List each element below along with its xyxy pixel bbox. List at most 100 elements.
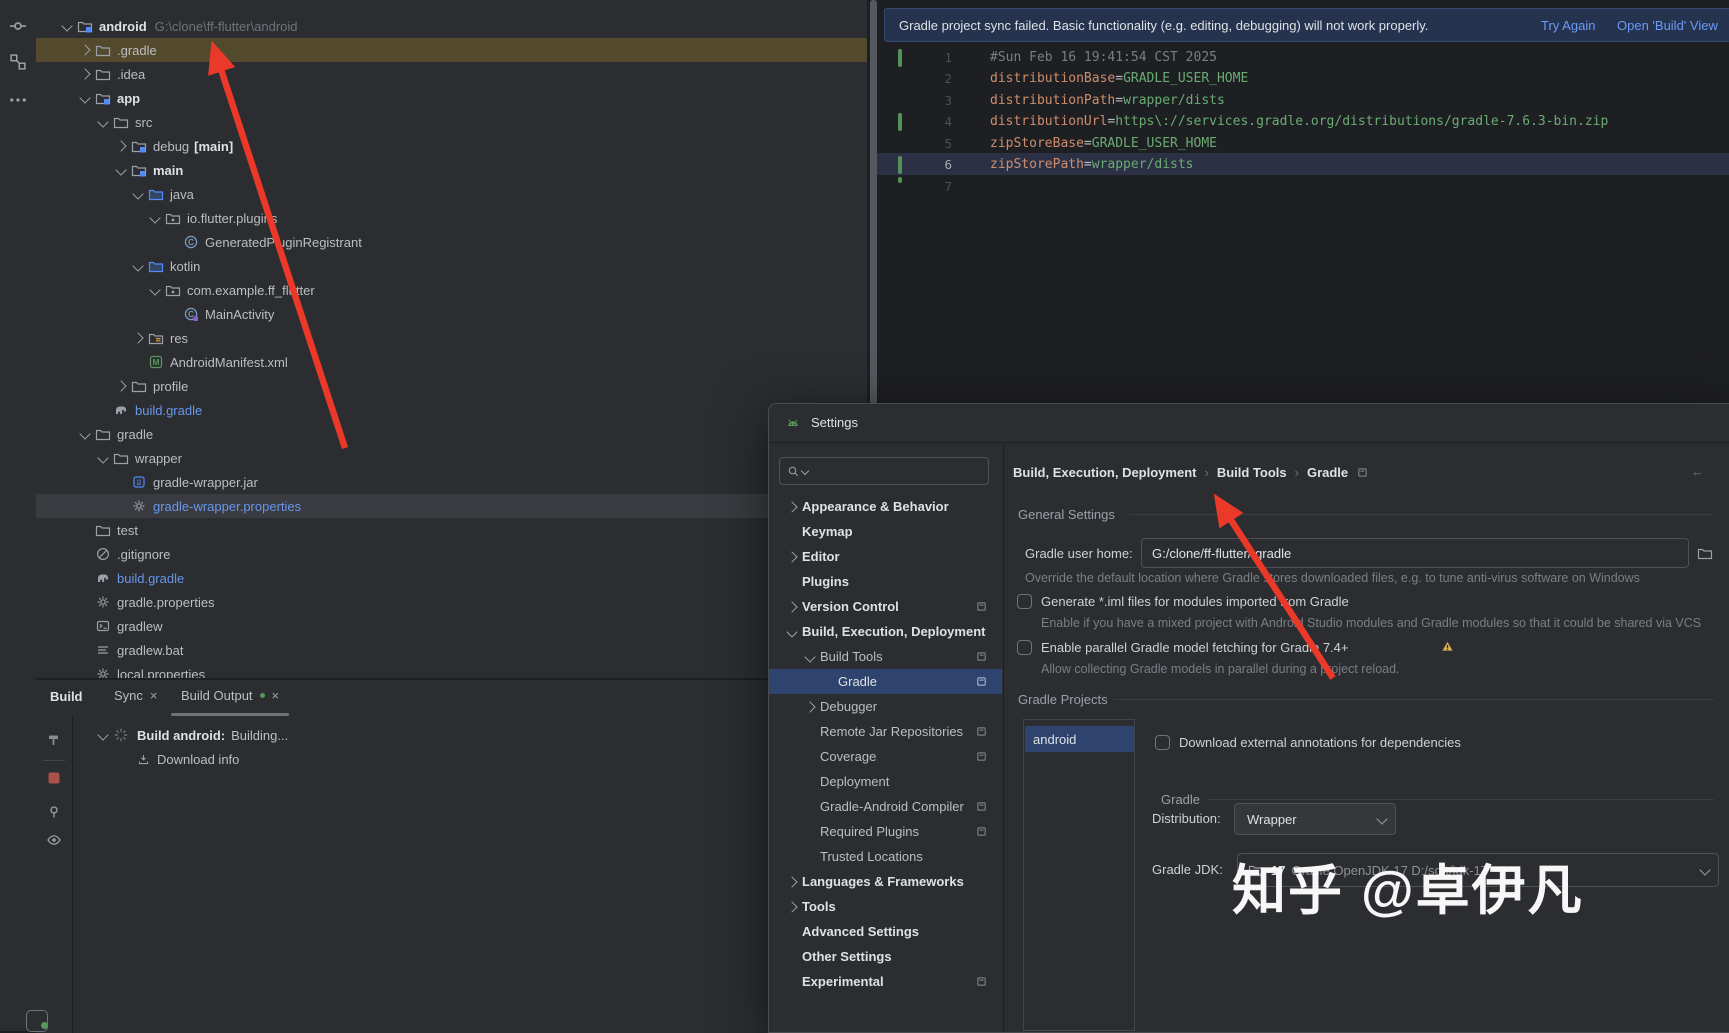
tree-row[interactable]: gradle-wrapper.jar [36,470,867,494]
tree-row[interactable]: app [36,86,867,110]
settings-tree-row[interactable]: Debugger [769,694,1002,719]
tree-row[interactable]: GeneratedPluginRegistrant [36,230,867,254]
settings-tree-row[interactable]: Trusted Locations [769,844,1002,869]
settings-tree-row[interactable]: Build, Execution, Deployment [769,619,1002,644]
chevron-right-icon[interactable] [115,380,126,391]
commit-icon[interactable] [8,16,28,36]
parallel-fetch-checkbox[interactable] [1017,640,1032,655]
chevron-down-icon[interactable] [79,92,90,103]
chevron-down-icon[interactable] [786,626,797,637]
tree-row[interactable]: gradlew [36,614,867,638]
chevron-right-icon[interactable] [786,551,797,562]
search-options-chevron[interactable] [801,467,809,475]
tree-row[interactable]: AndroidManifest.xml [36,350,867,374]
chevron-down-icon[interactable] [79,428,90,439]
project-list-item-android[interactable]: android [1025,726,1134,752]
tree-row[interactable]: src [36,110,867,134]
chevron-down-icon[interactable] [61,20,72,31]
settings-tree-row[interactable]: Gradle-Android Compiler [769,794,1002,819]
tree-row[interactable]: java [36,182,867,206]
chevron-right-icon[interactable] [786,501,797,512]
tree-row[interactable]: com.example.ff_flutter [36,278,867,302]
back-icon[interactable]: ← [1691,464,1704,479]
tree-row[interactable]: profile [36,374,867,398]
build-status-row[interactable]: Build android: Building... [96,727,288,743]
try-again-link[interactable]: Try Again [1541,18,1595,33]
settings-tree-row[interactable]: Languages & Frameworks [769,869,1002,894]
parallel-fetch-label[interactable]: Enable parallel Gradle model fetching fo… [1041,640,1349,655]
distribution-dropdown[interactable]: Wrapper [1234,803,1396,835]
chevron-down-icon[interactable] [97,452,108,463]
settings-tree-row[interactable]: Other Settings [769,944,1002,969]
tree-row[interactable]: kotlin [36,254,867,278]
chevron-down-icon[interactable] [149,212,160,223]
tree-row[interactable]: MainActivity [36,302,867,326]
breadcrumb-item[interactable]: Build Tools [1217,465,1287,480]
chevron-right-icon[interactable] [132,332,143,343]
breadcrumb-item[interactable]: Gradle [1307,465,1348,480]
gradle-user-home-field[interactable]: G:/clone/ff-flutter/.gradle [1141,538,1689,568]
pin-icon[interactable] [46,804,62,820]
generate-iml-checkbox[interactable] [1017,594,1032,609]
settings-tree-row[interactable]: Appearance & Behavior [769,494,1002,519]
settings-tree-row[interactable]: Required Plugins [769,819,1002,844]
tree-row[interactable]: local.properties [36,662,867,678]
close-icon[interactable]: × [150,688,158,703]
settings-tree-row[interactable]: Build Tools [769,644,1002,669]
chevron-right-icon[interactable] [115,140,126,151]
settings-tree-row[interactable]: Plugins [769,569,1002,594]
tree-row[interactable]: .gitignore [36,542,867,566]
tree-row[interactable]: build.gradle [36,398,867,422]
chevron-down-icon[interactable] [132,188,143,199]
settings-tree-row[interactable]: Advanced Settings [769,919,1002,944]
breadcrumb-item[interactable]: Build, Execution, Deployment [1013,465,1196,480]
tree-row-android-root[interactable]: android G:\clone\ff-flutter\android [36,14,867,38]
preview-eye-icon[interactable] [46,832,62,848]
chevron-down-icon[interactable] [149,284,160,295]
chevron-right-icon[interactable] [786,876,797,887]
settings-tree-row[interactable]: Deployment [769,769,1002,794]
chevron-down-icon[interactable] [97,116,108,127]
chevron-down-icon[interactable] [132,260,143,271]
tree-row[interactable]: main [36,158,867,182]
tree-row[interactable]: debug [main] [36,134,867,158]
chevron-down-icon[interactable] [115,164,126,175]
settings-tree-row[interactable]: Tools [769,894,1002,919]
generate-iml-label[interactable]: Generate *.iml files for modules importe… [1041,594,1349,609]
tree-row[interactable]: test [36,518,867,542]
structure-icon[interactable] [8,52,28,72]
tree-row[interactable]: wrapper [36,446,867,470]
download-annotations-label[interactable]: Download external annotations for depend… [1179,735,1461,750]
tree-row-gradle-wrapper-properties[interactable]: gradle-wrapper.properties [36,494,867,518]
settings-tree-row-gradle[interactable]: Gradle [769,669,1002,694]
chevron-right-icon[interactable] [786,901,797,912]
download-info-row[interactable]: Download info [137,752,239,767]
chevron-down-icon[interactable] [97,729,108,740]
tab-build-output[interactable]: Build Output × [181,688,279,703]
settings-tree-row[interactable]: Keymap [769,519,1002,544]
tree-row[interactable]: gradle [36,422,867,446]
settings-tree-row[interactable]: Version Control [769,594,1002,619]
tree-row[interactable]: gradle.properties [36,590,867,614]
stop-icon[interactable] [46,770,62,786]
tree-row[interactable]: res [36,326,867,350]
chevron-right-icon[interactable] [79,68,90,79]
chevron-right-icon[interactable] [79,44,90,55]
settings-tree-row[interactable]: Coverage [769,744,1002,769]
more-tool-windows-icon[interactable] [8,90,28,110]
settings-tree-row[interactable]: Remote Jar Repositories [769,719,1002,744]
tab-sync[interactable]: Sync × [114,688,158,703]
chevron-right-icon[interactable] [786,601,797,612]
tree-row[interactable]: gradlew.bat [36,638,867,662]
browse-folder-icon[interactable] [1697,545,1713,561]
tree-row[interactable]: io.flutter.plugins [36,206,867,230]
chevron-right-icon[interactable] [804,701,815,712]
build-hammer-icon[interactable] [46,732,62,748]
tree-row-gradle-dotfolder[interactable]: .gradle [36,38,867,62]
settings-tree-row[interactable]: Editor [769,544,1002,569]
open-build-view-link[interactable]: Open 'Build' View [1617,18,1718,33]
download-annotations-checkbox[interactable] [1155,735,1170,750]
panel-splitter[interactable] [870,0,877,404]
chevron-down-icon[interactable] [804,651,815,662]
close-icon[interactable]: × [272,688,280,703]
